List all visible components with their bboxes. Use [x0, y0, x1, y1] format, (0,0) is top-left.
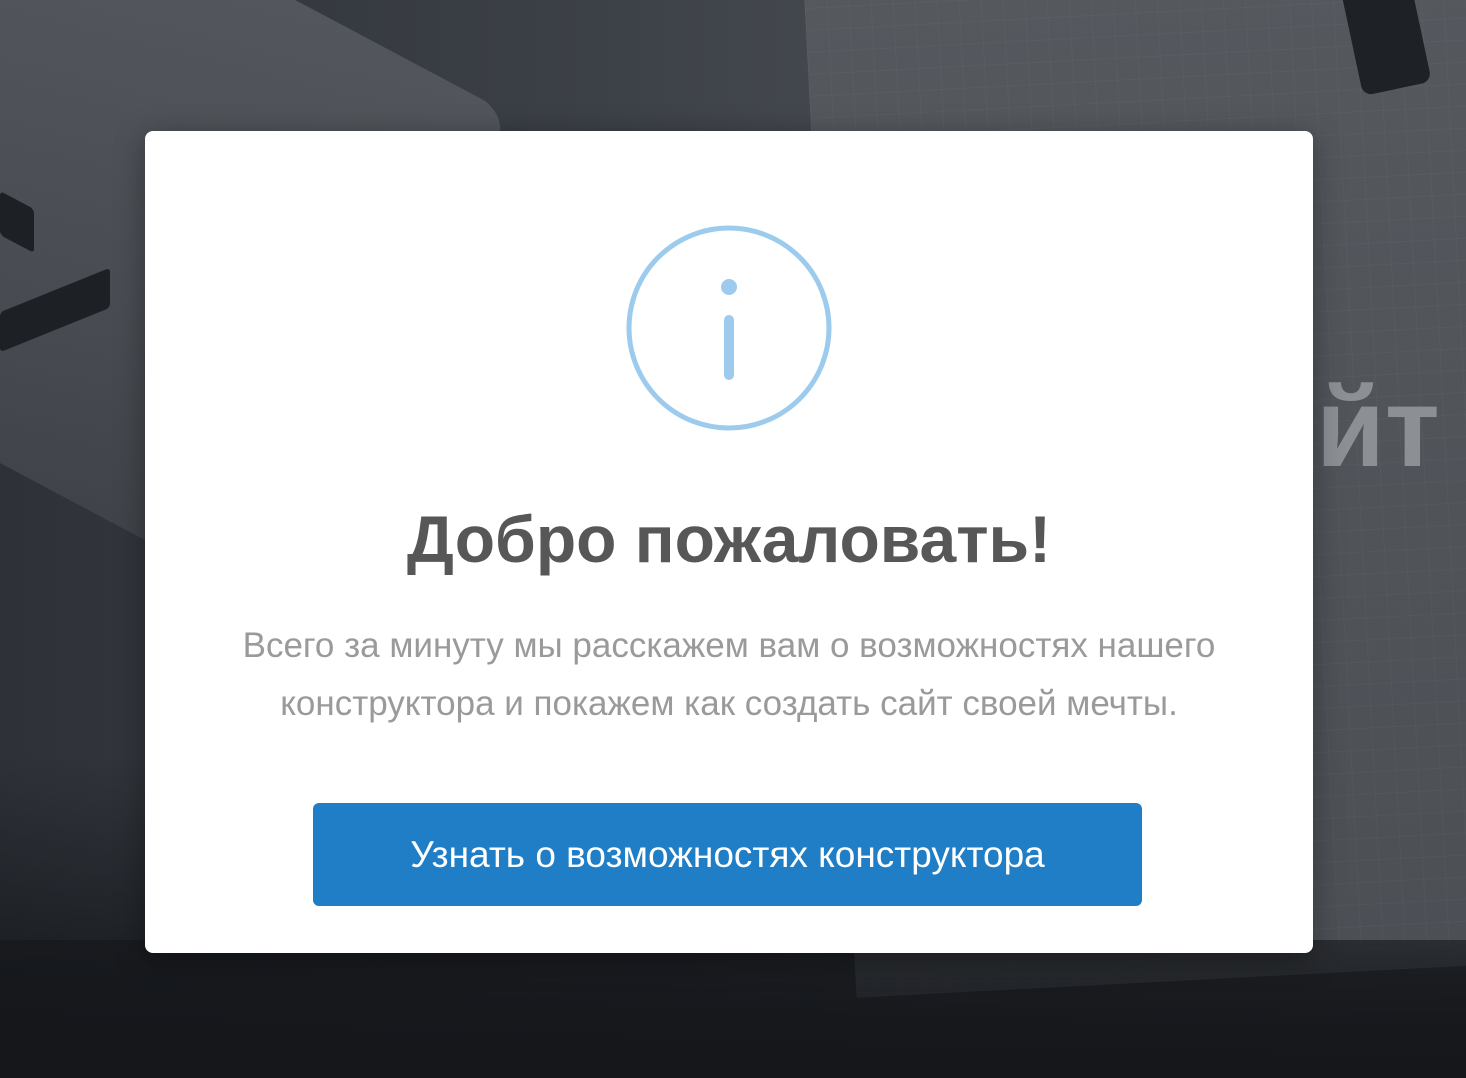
background-table-edge — [0, 940, 1466, 1078]
modal-title: Добро пожаловать! — [406, 502, 1052, 576]
modal-description-line: конструктора и покажем как создать сайт … — [280, 684, 1178, 723]
modal-description: Всего за минуту мы расскажем вам о возмо… — [205, 617, 1253, 733]
page: йт Добро пожаловать! Всего за минуту мы … — [0, 0, 1466, 1078]
modal-description-line: Всего за минуту мы расскажем вам о возмо… — [242, 626, 1216, 665]
learn-features-button[interactable]: Узнать о возможностях конструктора — [313, 803, 1142, 906]
welcome-modal: Добро пожаловать! Всего за минуту мы рас… — [145, 131, 1313, 953]
background-page-heading: йт — [1316, 365, 1440, 490]
info-circle-icon — [626, 225, 832, 431]
